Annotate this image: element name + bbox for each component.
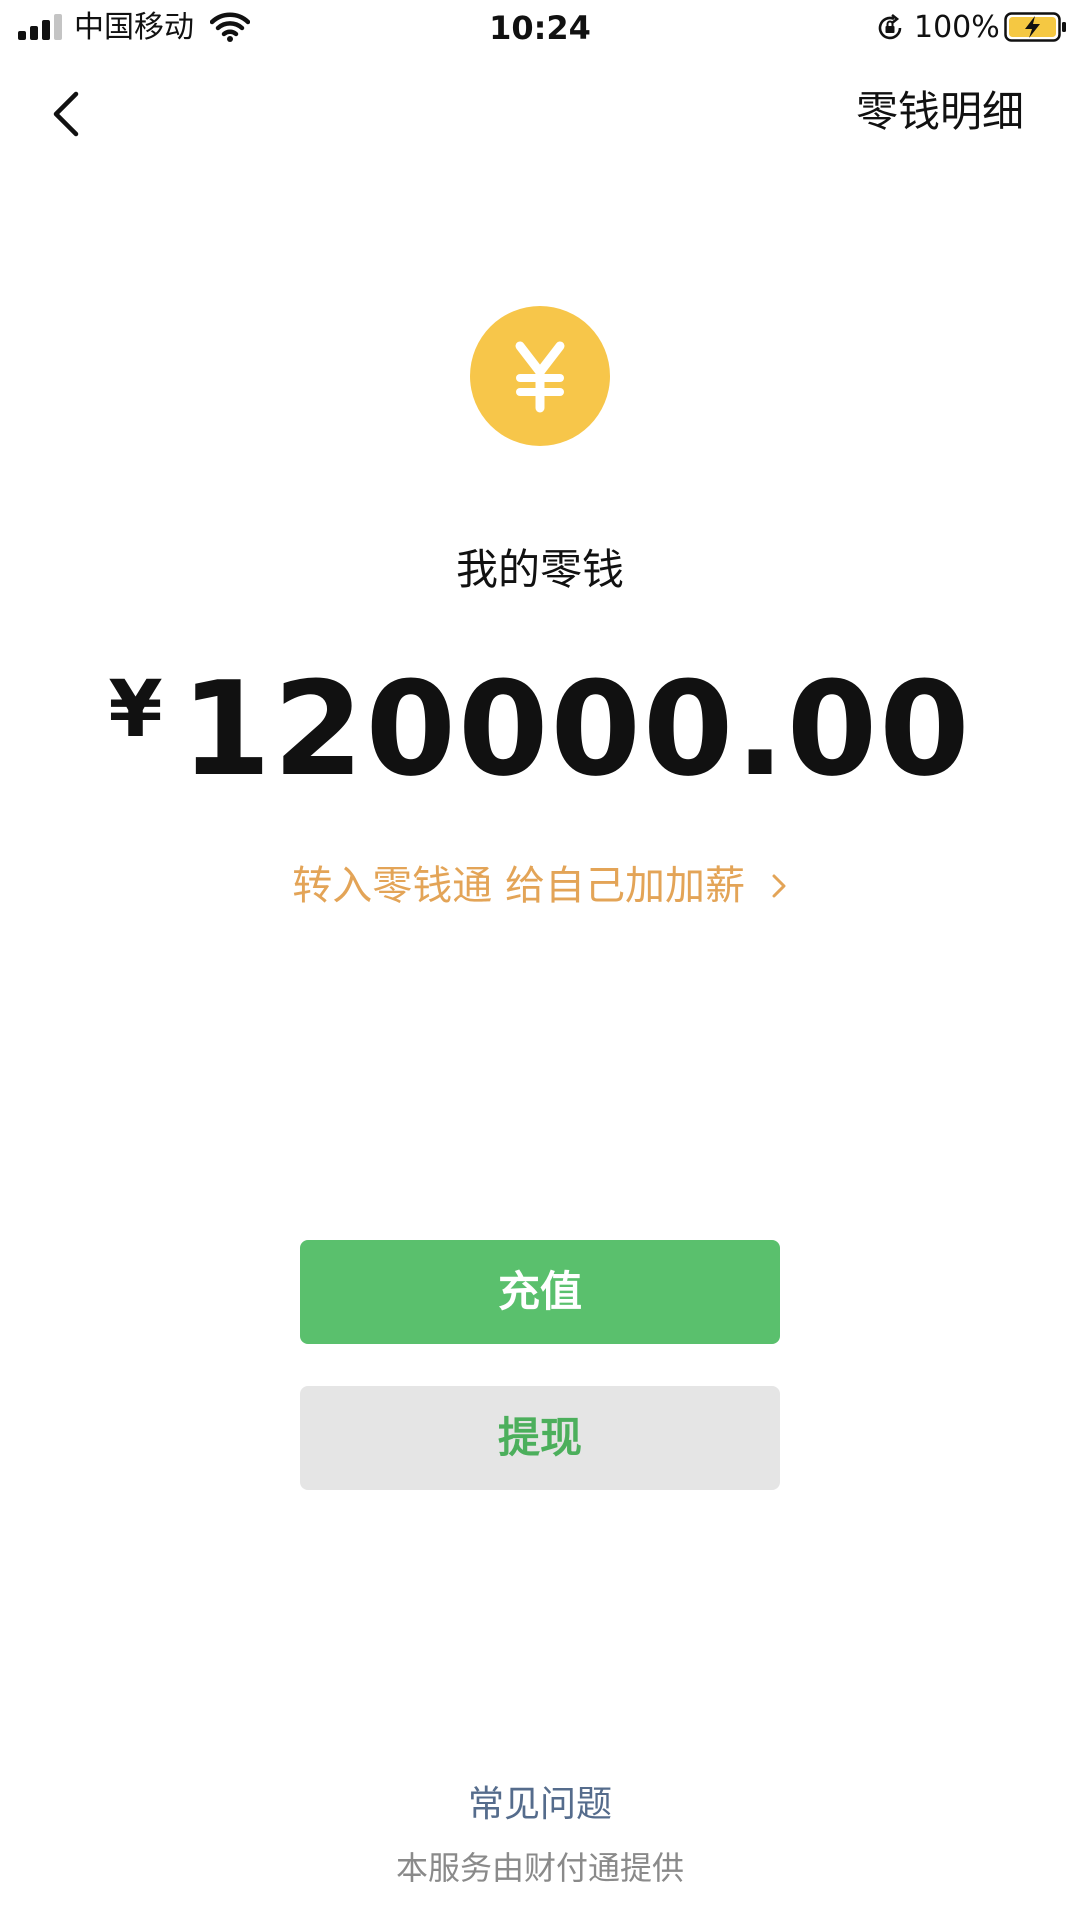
status-bar: 中国移动 10:24 100% [0, 0, 1080, 60]
lingqiantong-promo-link[interactable]: 转入零钱通 给自己加加薪 [0, 856, 1080, 916]
recharge-button[interactable]: 充值 [300, 1240, 780, 1344]
orientation-lock-icon [878, 14, 902, 40]
battery-charging-icon [1004, 12, 1066, 42]
battery-percentage: 100% [914, 10, 1000, 45]
chevron-left-icon [53, 91, 79, 137]
balance-label: 我的零钱 [455, 545, 624, 594]
faq-link[interactable]: 常见问题 [0, 1780, 1080, 1830]
change-details-link[interactable]: 零钱明细 [856, 80, 1024, 144]
yuan-coin-icon [470, 306, 610, 446]
withdraw-button[interactable]: 提现 [300, 1386, 780, 1490]
back-button[interactable] [40, 78, 100, 148]
yuan-symbol-icon [515, 341, 565, 413]
currency-symbol: ¥ [108, 665, 163, 755]
service-provider-note: 本服务由财付通提供 [395, 1849, 684, 1887]
amount-value: 120000.00 [180, 653, 972, 805]
chevron-right-icon [772, 874, 786, 898]
promo-text: 转入零钱通 给自己加加薪 [292, 863, 745, 909]
balance-amount: ¥120000.00 [0, 640, 1080, 839]
wallet-balance-screen: 中国移动 10:24 100% 零钱明细 我的零钱 ¥ 120000.00 转入… [0, 0, 1080, 1920]
